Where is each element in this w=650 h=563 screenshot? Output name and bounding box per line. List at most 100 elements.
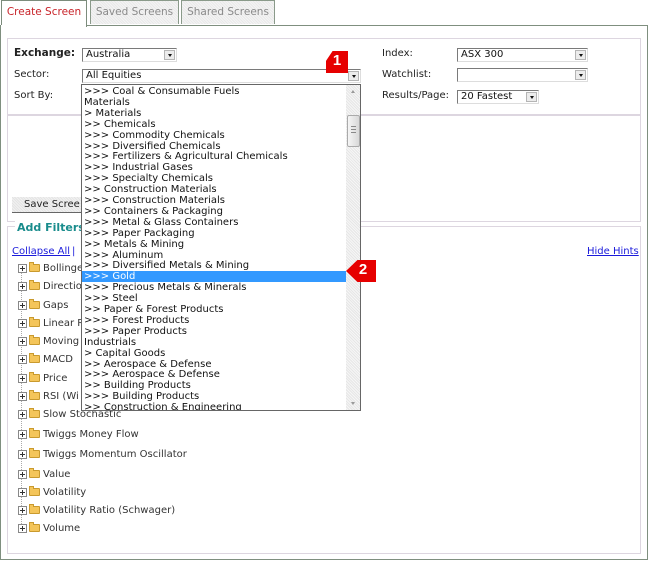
- folder-icon: [29, 335, 40, 345]
- sector-option[interactable]: Industrials: [82, 337, 346, 348]
- sector-option[interactable]: >>> Aerospace & Defense: [82, 369, 346, 380]
- chevron-down-icon[interactable]: [575, 70, 586, 80]
- callout-number: 1: [332, 52, 342, 69]
- scroll-thumb[interactable]: [347, 115, 360, 147]
- sector-option[interactable]: >>> Forest Products: [82, 315, 346, 326]
- tab-create-screen[interactable]: Create Screen: [1, 0, 87, 27]
- sector-option[interactable]: >> Building Products: [82, 380, 346, 391]
- sector-option[interactable]: >>> Coal & Consumable Fuels: [82, 86, 346, 97]
- sector-option[interactable]: Materials: [82, 97, 346, 108]
- expand-plus-icon[interactable]: [18, 488, 27, 497]
- tab-join: [1, 25, 86, 27]
- expand-plus-icon[interactable]: [18, 337, 27, 346]
- filter-name: Volatility: [43, 487, 87, 498]
- collapse-all-link[interactable]: Collapse All: [12, 246, 70, 257]
- sector-option[interactable]: >>> Construction Materials: [82, 195, 346, 206]
- folder-icon: [29, 486, 40, 496]
- results-per-page-value: 20 Fastest: [461, 91, 513, 102]
- expand-plus-icon[interactable]: [18, 355, 27, 364]
- expand-plus-icon[interactable]: [18, 470, 27, 479]
- sector-option[interactable]: >>> Building Products: [82, 391, 346, 402]
- sector-option[interactable]: > Capital Goods: [82, 348, 346, 359]
- sector-option[interactable]: >>> Metal & Glass Containers: [82, 217, 346, 228]
- sector-option[interactable]: >>> Precious Metals & Minerals: [82, 282, 346, 293]
- index-select[interactable]: ASX 300: [457, 48, 588, 62]
- exchange-value: Australia: [86, 49, 131, 60]
- chevron-down-icon[interactable]: [348, 71, 359, 81]
- chevron-down-icon[interactable]: [164, 50, 175, 60]
- tab-saved-screens[interactable]: Saved Screens: [90, 0, 179, 24]
- watchlist-select[interactable]: [457, 68, 588, 82]
- exchange-select[interactable]: Australia: [82, 48, 177, 62]
- sector-option[interactable]: >> Metals & Mining: [82, 239, 346, 250]
- expand-plus-icon[interactable]: [18, 410, 27, 419]
- expand-plus-icon[interactable]: [18, 392, 27, 401]
- scroll-up-arrow-icon[interactable]: [346, 85, 360, 99]
- filter-name: RSI (Wi: [43, 391, 79, 402]
- expand-plus-icon[interactable]: [18, 430, 27, 439]
- index-label: Index:: [382, 48, 413, 59]
- tab-shared-screens[interactable]: Shared Screens: [181, 0, 275, 24]
- hide-hints-link[interactable]: Hide Hints: [587, 246, 639, 257]
- sector-option[interactable]: >>> Specialty Chemicals: [82, 173, 346, 184]
- index-value: ASX 300: [461, 49, 504, 60]
- expand-plus-icon[interactable]: [18, 264, 27, 273]
- filter-name: Value: [43, 469, 71, 480]
- filter-name: Twiggs Momentum Oscillator: [43, 449, 187, 460]
- filter-name: Linear R: [43, 318, 85, 329]
- sector-option[interactable]: >> Paper & Forest Products: [82, 304, 346, 315]
- sector-option[interactable]: >>> Paper Products: [82, 326, 346, 337]
- watchlist-label: Watchlist:: [382, 69, 432, 80]
- folder-icon: [29, 262, 40, 272]
- link-separator: |: [72, 246, 76, 257]
- expand-plus-icon[interactable]: [18, 524, 27, 533]
- filter-name: Gaps: [43, 300, 69, 311]
- folder-icon: [29, 468, 40, 478]
- expand-plus-icon[interactable]: [18, 319, 27, 328]
- sector-option[interactable]: >> Construction Materials: [82, 184, 346, 195]
- sector-option[interactable]: >>> Fertilizers & Agricultural Chemicals: [82, 151, 346, 162]
- folder-icon: [29, 504, 40, 514]
- sector-option[interactable]: >>> Diversified Chemicals: [82, 141, 346, 152]
- sector-dropdown-list[interactable]: >>> Coal & Consumable Fuels Materials > Ma…: [81, 84, 361, 411]
- sector-option[interactable]: > Materials: [82, 108, 346, 119]
- sector-option[interactable]: >>> Commodity Chemicals: [82, 130, 346, 141]
- dropdown-scrollbar[interactable]: [346, 85, 360, 410]
- chevron-down-icon[interactable]: [575, 50, 586, 60]
- sector-option[interactable]: >> Aerospace & Defense: [82, 359, 346, 370]
- folder-icon: [29, 448, 40, 458]
- save-screen-button[interactable]: Save Scree: [12, 197, 84, 213]
- expand-plus-icon[interactable]: [18, 450, 27, 459]
- scroll-down-arrow-icon[interactable]: [346, 396, 360, 410]
- sector-option[interactable]: >>> Aluminum: [82, 250, 346, 261]
- folder-icon: [29, 522, 40, 532]
- sector-option-selected[interactable]: >>> Gold: [82, 271, 346, 283]
- folder-icon: [29, 317, 40, 327]
- sector-option[interactable]: >>> Paper Packaging: [82, 228, 346, 239]
- filter-name: Volume: [43, 523, 81, 534]
- folder-icon: [29, 353, 40, 363]
- sector-option[interactable]: >>> Diversified Metals & Mining: [82, 260, 346, 271]
- filter-name: Volatility Ratio (Schwager): [43, 505, 176, 516]
- folder-icon: [29, 372, 40, 382]
- callout-number: 2: [358, 261, 368, 278]
- filter-name: Moving: [43, 336, 80, 347]
- expand-plus-icon[interactable]: [18, 301, 27, 310]
- chevron-down-icon[interactable]: [526, 92, 537, 102]
- callout-badge-2: 2: [346, 260, 376, 282]
- expand-plus-icon[interactable]: [18, 374, 27, 383]
- exchange-label: Exchange:: [14, 47, 76, 59]
- sector-option[interactable]: >>> Steel: [82, 293, 346, 304]
- sector-option[interactable]: >>> Industrial Gases: [82, 162, 346, 173]
- sector-option[interactable]: >> Chemicals: [82, 119, 346, 130]
- tab-bar: Create Screen Saved Screens Shared Scree…: [0, 0, 650, 27]
- filter-name: Price: [43, 373, 68, 384]
- filter-name: MACD: [43, 354, 73, 365]
- sector-select[interactable]: All Equities: [82, 69, 361, 83]
- sector-option[interactable]: >> Containers & Packaging: [82, 206, 346, 217]
- expand-plus-icon[interactable]: [18, 282, 27, 291]
- results-per-page-select[interactable]: 20 Fastest: [457, 90, 539, 104]
- expand-plus-icon[interactable]: [18, 506, 27, 515]
- sector-option[interactable]: >> Construction & Engineering: [82, 402, 346, 410]
- sortby-label: Sort By:: [14, 90, 54, 101]
